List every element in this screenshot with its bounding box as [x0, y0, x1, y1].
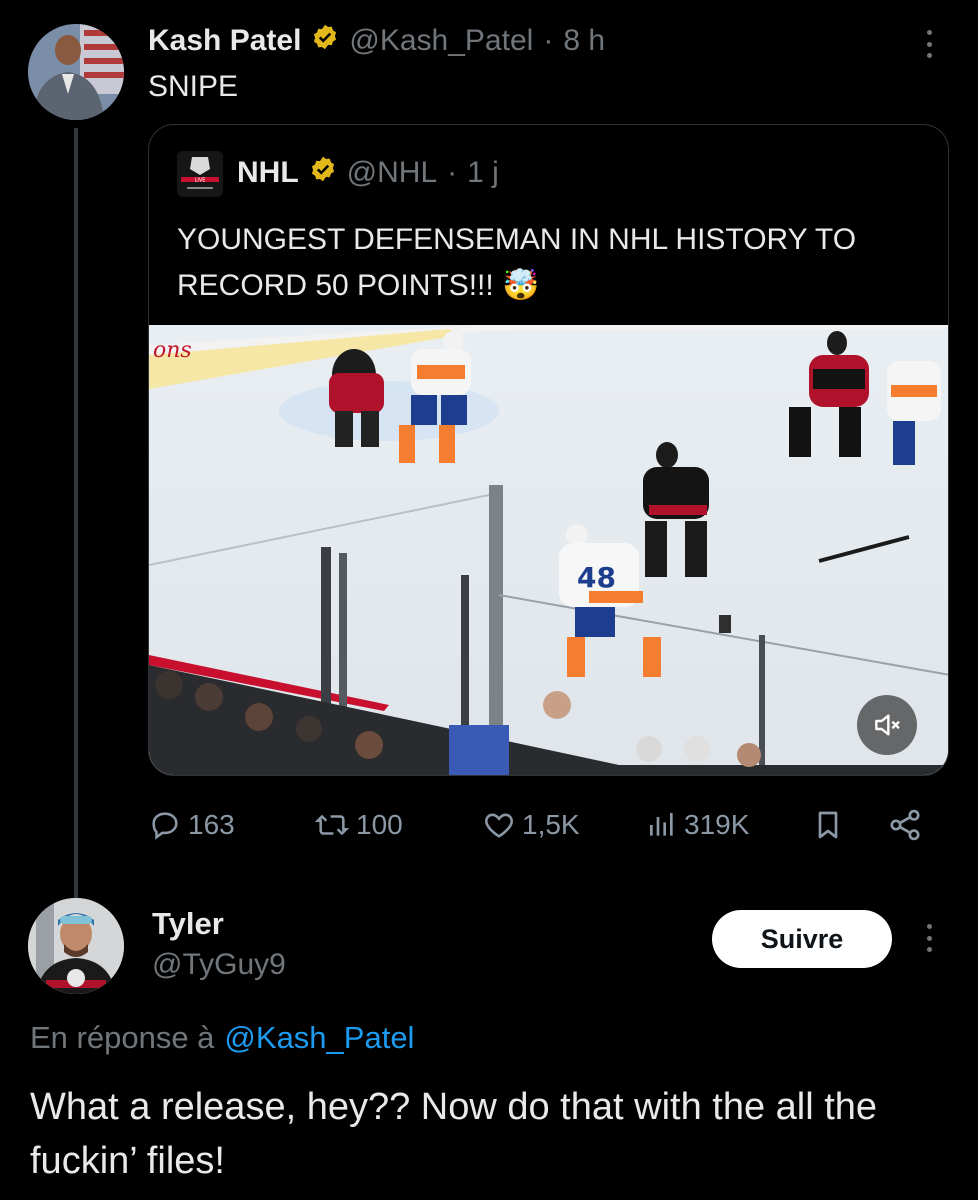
- author-name[interactable]: Kash Patel: [148, 24, 301, 58]
- follow-button[interactable]: Suivre: [712, 910, 892, 968]
- repost-icon: [314, 814, 350, 836]
- in-reply-handle-link[interactable]: @Kash_Patel: [224, 1020, 414, 1056]
- verified-badge-icon: [311, 23, 339, 59]
- thread-line: [74, 128, 78, 898]
- like-button[interactable]: 1,5K: [482, 800, 580, 850]
- quoted-tweet-header: NHL @NHL · 1 j: [237, 155, 499, 191]
- quoted-tweet-text: YOUNGEST DEFENSEMAN IN NHL HISTORY TO RE…: [177, 223, 857, 302]
- tweet-time[interactable]: 8 h: [563, 24, 605, 58]
- tweet-text: SNIPE: [148, 70, 239, 103]
- meta-separator: ·: [543, 24, 554, 57]
- nhl-logo-avatar[interactable]: LIVE: [177, 151, 223, 197]
- views-button[interactable]: 319K: [646, 800, 749, 850]
- verified-badge-icon: [309, 155, 337, 191]
- quoted-tweet-card[interactable]: LIVE NHL @NHL · 1 j YOUNGEST DEFENSEMAN …: [148, 124, 949, 776]
- reply-text: What a release, hey?? Now do that with t…: [30, 1086, 878, 1182]
- more-options-icon[interactable]: [918, 26, 940, 62]
- reply-count: 163: [188, 809, 235, 840]
- views-count: 319K: [684, 809, 750, 840]
- quoted-author-handle[interactable]: @NHL: [347, 156, 437, 190]
- reply-author-avatar[interactable]: [28, 898, 124, 994]
- share-button[interactable]: [886, 800, 924, 850]
- player-jersey-number: 48: [577, 561, 616, 594]
- reply-author-handle[interactable]: @TyGuy9: [152, 948, 286, 982]
- logo-text: LIVE: [195, 178, 206, 184]
- hockey-video-frame: ons 48: [149, 325, 948, 775]
- like-count: 1,5K: [522, 809, 580, 840]
- reply-author-name[interactable]: Tyler: [152, 906, 224, 942]
- quoted-author-name[interactable]: NHL: [237, 156, 299, 190]
- tweet-action-bar: 163 100 1,5K 319K: [148, 800, 938, 850]
- reply-button[interactable]: 163: [148, 800, 235, 850]
- bookmark-icon: [818, 811, 838, 839]
- author-handle[interactable]: @Kash_Patel: [349, 24, 533, 58]
- video-player[interactable]: ons 48: [149, 325, 948, 775]
- in-reply-prefix: En réponse à: [30, 1020, 215, 1055]
- tweet-header: Kash Patel @Kash_Patel · 8 h: [148, 22, 605, 60]
- more-options-icon[interactable]: [918, 920, 940, 956]
- quoted-tweet-time[interactable]: 1 j: [467, 156, 499, 190]
- share-icon: [890, 809, 920, 841]
- repost-count: 100: [356, 809, 403, 840]
- views-icon: [650, 813, 673, 836]
- meta-separator: ·: [447, 156, 458, 189]
- in-reply-to: En réponse à @Kash_Patel: [30, 1020, 414, 1056]
- repost-button[interactable]: 100: [314, 800, 403, 850]
- bookmark-button[interactable]: [812, 800, 844, 850]
- board-ad-text: ons: [153, 338, 192, 363]
- mute-icon[interactable]: [857, 695, 917, 755]
- heart-icon: [485, 813, 513, 838]
- reply-icon: [152, 812, 178, 840]
- author-avatar[interactable]: [28, 24, 124, 120]
